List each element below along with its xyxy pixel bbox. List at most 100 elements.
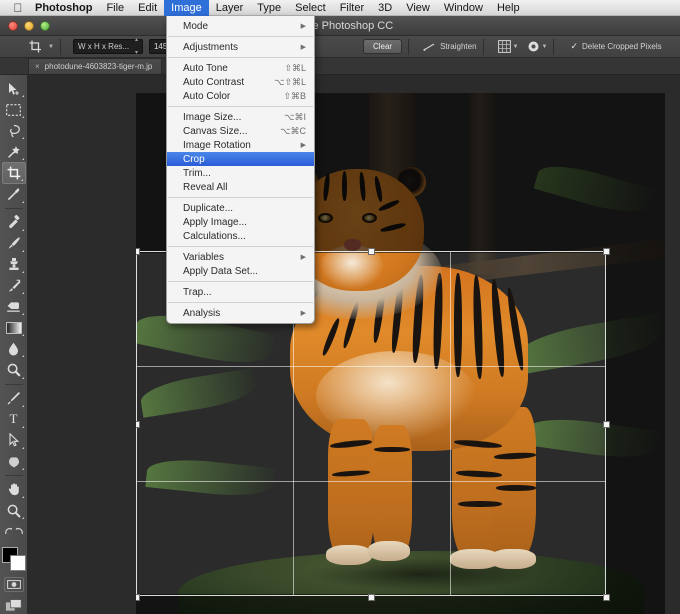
menubar-item-layer[interactable]: Layer (209, 0, 251, 16)
menubar-item-select[interactable]: Select (288, 0, 333, 16)
crop-tool-icon[interactable] (24, 38, 46, 56)
eraser-tool[interactable] (2, 296, 26, 317)
chevron-right-icon: ▶ (301, 22, 306, 30)
straighten-label[interactable]: Straighten (440, 42, 476, 51)
crop-overlay-grid-icon[interactable] (498, 40, 511, 53)
menu-item-mode[interactable]: Mode ▶ (167, 19, 314, 33)
window-title-bar: Adobe Photoshop CC (0, 16, 680, 36)
menu-item-trim[interactable]: Trim... (167, 166, 314, 180)
crop-tool[interactable] (2, 162, 26, 183)
chevron-right-icon: ▶ (301, 141, 306, 149)
eyedropper-tool[interactable] (2, 184, 26, 205)
menu-item-image-size[interactable]: Image Size... ⌥⌘I (167, 110, 314, 124)
crop-grid-line-horizontal (137, 366, 605, 367)
menu-item-reveal-all[interactable]: Reveal All (167, 180, 314, 194)
screen-mode-icon[interactable] (3, 597, 25, 614)
crop-handle-middle-right[interactable] (603, 421, 610, 428)
document-tab[interactable]: × photodune-4603823-tiger-m.jp (28, 58, 162, 74)
color-swatches[interactable] (1, 546, 27, 571)
crop-overlay-dropdown-arrow[interactable]: ▼ (513, 44, 519, 50)
menu-item-auto-contrast[interactable]: Auto Contrast ⌥⇧⌘L (167, 75, 314, 89)
tool-corner-marker (22, 158, 24, 160)
menu-item-trap[interactable]: Trap... (167, 285, 314, 299)
gear-icon[interactable] (527, 40, 540, 53)
menu-item-label: Variables (183, 252, 291, 263)
tool-corner-marker (22, 405, 24, 407)
options-divider-4 (553, 39, 554, 55)
tool-divider (5, 475, 23, 476)
crop-handle-top-left[interactable] (136, 248, 140, 255)
menu-item-label: Duplicate... (183, 203, 306, 214)
menu-item-duplicate[interactable]: Duplicate... (167, 201, 314, 215)
clone-stamp-tool[interactable] (2, 254, 26, 275)
delete-cropped-pixels-checkbox[interactable]: ✓ Delete Cropped Pixels (570, 42, 661, 51)
menu-item-image-rotation[interactable]: Image Rotation ▶ (167, 138, 314, 152)
hand-tool[interactable] (2, 479, 26, 500)
image-menu-dropdown[interactable]: Mode ▶ Adjustments ▶ Auto Tone ⇧⌘L Auto … (166, 16, 315, 324)
background-color-swatch[interactable] (10, 555, 26, 571)
options-bar: ▼ W x H x Res... ▴▾ 1453 px Clear Straig… (0, 36, 680, 58)
clear-button[interactable]: Clear (363, 39, 402, 54)
options-divider-2 (408, 39, 409, 55)
close-icon[interactable]: × (35, 62, 40, 71)
marquee-tool[interactable] (2, 99, 26, 120)
magic-wand-tool[interactable] (2, 141, 26, 162)
move-tool[interactable] (2, 78, 26, 99)
crop-settings-dropdown-arrow[interactable]: ▼ (542, 44, 548, 50)
menubar-item-edit[interactable]: Edit (131, 0, 164, 16)
menu-item-analysis[interactable]: Analysis ▶ (167, 306, 314, 320)
tool-corner-marker (21, 179, 23, 181)
menu-item-calculations[interactable]: Calculations... (167, 229, 314, 243)
menubar-item-3d[interactable]: 3D (371, 0, 399, 16)
crop-handle-bottom-right[interactable] (603, 594, 610, 601)
menu-item-label: Auto Color (183, 91, 271, 102)
menu-item-auto-color[interactable]: Auto Color ⇧⌘B (167, 89, 314, 103)
crop-handle-bottom-left[interactable] (136, 594, 140, 601)
crop-handle-top-center[interactable] (368, 248, 375, 255)
brush-tool[interactable] (2, 233, 26, 254)
canvas-work-area[interactable] (28, 75, 680, 614)
crop-handle-middle-left[interactable] (136, 421, 140, 428)
crop-ratio-value: W x H x Res... (78, 40, 129, 53)
gradient-tool[interactable] (2, 317, 26, 338)
crop-handle-top-right[interactable] (603, 248, 610, 255)
lasso-tool[interactable] (2, 120, 26, 141)
menu-separator (168, 106, 313, 107)
zoom-tool[interactable] (2, 500, 26, 521)
quick-mask-icon[interactable] (4, 577, 24, 591)
crop-handle-bottom-center[interactable] (368, 594, 375, 601)
menu-item-canvas-size[interactable]: Canvas Size... ⌥⌘C (167, 124, 314, 138)
straighten-icon[interactable] (423, 42, 435, 52)
apple-icon[interactable]:  (8, 2, 28, 14)
menubar-item-file[interactable]: File (99, 0, 131, 16)
dodge-tool[interactable] (2, 359, 26, 380)
menubar-item-filter[interactable]: Filter (333, 0, 371, 16)
rotate-view-icon[interactable] (2, 521, 26, 542)
menu-item-auto-tone[interactable]: Auto Tone ⇧⌘L (167, 61, 314, 75)
blur-tool[interactable] (2, 338, 26, 359)
crop-ratio-select[interactable]: W x H x Res... ▴▾ (73, 39, 143, 54)
tool-corner-marker (22, 468, 24, 470)
path-selection-tool[interactable] (2, 430, 26, 451)
menu-item-shortcut: ⇧⌘L (284, 63, 306, 74)
menubar-item-window[interactable]: Window (437, 0, 490, 16)
shape-tool[interactable] (2, 451, 26, 472)
healing-brush-tool[interactable] (2, 212, 26, 233)
menubar-item-help[interactable]: Help (490, 0, 527, 16)
menubar-item-image[interactable]: Image (164, 0, 209, 16)
menu-item-variables[interactable]: Variables ▶ (167, 250, 314, 264)
menu-item-adjustments[interactable]: Adjustments ▶ (167, 40, 314, 54)
menu-item-crop[interactable]: Crop (167, 152, 314, 166)
menu-item-apply-image[interactable]: Apply Image... (167, 215, 314, 229)
menubar-item-view[interactable]: View (399, 0, 437, 16)
menu-item-apply-data-set[interactable]: Apply Data Set... (167, 264, 314, 278)
delete-cropped-pixels-label: Delete Cropped Pixels (582, 42, 662, 51)
crop-tool-preset-arrow[interactable]: ▼ (48, 44, 54, 50)
menubar-item-type[interactable]: Type (250, 0, 288, 16)
menubar-item-photoshop[interactable]: Photoshop (28, 0, 99, 16)
history-brush-tool[interactable] (2, 275, 26, 296)
tool-divider (5, 208, 23, 209)
crop-grid-line-horizontal (137, 481, 605, 482)
type-tool[interactable]: T (2, 409, 26, 430)
pen-tool[interactable] (2, 388, 26, 409)
